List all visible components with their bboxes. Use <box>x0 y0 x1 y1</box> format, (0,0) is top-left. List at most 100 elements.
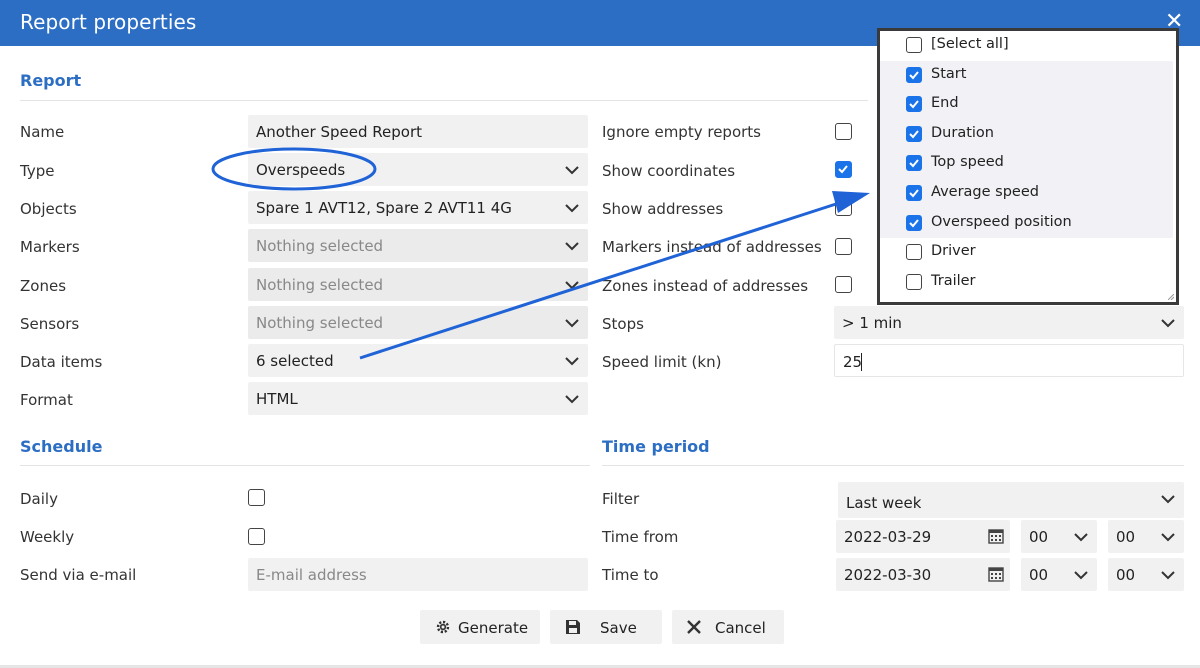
dropdown-item-label: Average speed <box>931 184 1039 200</box>
chevron-down-icon <box>1074 571 1088 580</box>
daily-checkbox[interactable] <box>248 489 265 506</box>
section-divider <box>20 465 590 466</box>
dropdown-item-duration[interactable]: Duration <box>880 119 1173 150</box>
time-to-minute-select[interactable]: 00 <box>1108 558 1184 591</box>
show-coordinates-checkbox[interactable] <box>835 161 852 178</box>
window-title: Report properties <box>20 10 197 34</box>
sensors-select-value: Nothing selected <box>256 314 384 332</box>
check-icon <box>909 70 919 80</box>
objects-select[interactable]: Spare 1 AVT12, Spare 2 AVT11 4G <box>248 191 588 224</box>
stops-select[interactable]: > 1 min <box>834 306 1184 339</box>
email-input[interactable]: E-mail address <box>248 558 588 591</box>
name-input-value: Another Speed Report <box>256 123 423 141</box>
calendar-icon[interactable] <box>988 528 1004 544</box>
filter-select[interactable]: Last week <box>838 482 1184 518</box>
save-button-label: Save <box>600 619 637 637</box>
overspeed-position-checkbox[interactable] <box>906 214 922 231</box>
speed-limit-value: 25 <box>843 353 863 371</box>
time-to-hour-value: 00 <box>1029 566 1049 584</box>
calendar-icon[interactable] <box>988 566 1004 582</box>
chevron-down-icon <box>565 166 579 175</box>
zones-instead-checkbox[interactable] <box>835 276 852 293</box>
chevron-down-icon <box>565 204 579 213</box>
time-from-date[interactable]: 2022-03-29 <box>836 520 1010 553</box>
dropdown-item-driver[interactable]: Driver <box>880 238 1173 268</box>
data-items-dropdown[interactable]: [Select all] Start End Duration Top spee… <box>877 28 1179 305</box>
markers-label: Markers <box>20 238 80 256</box>
time-from-minute-value: 00 <box>1116 528 1136 546</box>
cancel-icon <box>687 620 701 634</box>
type-select[interactable]: Overspeeds <box>248 153 588 186</box>
time-to-minute-value: 00 <box>1116 566 1136 584</box>
dropdown-item-start[interactable]: Start <box>880 60 1173 91</box>
time-to-label: Time to <box>602 566 659 584</box>
time-from-minute-select[interactable]: 00 <box>1108 520 1184 553</box>
chevron-down-icon <box>1161 571 1175 580</box>
zones-label: Zones <box>20 277 67 295</box>
email-placeholder: E-mail address <box>256 566 367 584</box>
trailer-checkbox[interactable] <box>906 273 922 290</box>
save-button[interactable]: Save <box>550 610 662 644</box>
section-title-report: Report <box>20 71 82 90</box>
sensors-select[interactable]: Nothing selected <box>248 306 588 339</box>
speed-limit-input[interactable]: 25 <box>834 344 1184 377</box>
filter-select-value: Last week <box>846 494 922 512</box>
daily-label: Daily <box>20 490 58 508</box>
format-select[interactable]: HTML <box>248 382 588 415</box>
weekly-checkbox[interactable] <box>248 528 265 545</box>
dropdown-item-average-speed[interactable]: Average speed <box>880 179 1173 209</box>
dropdown-item-label: Duration <box>931 124 994 141</box>
generate-button[interactable]: Generate <box>420 610 540 644</box>
cancel-button-label: Cancel <box>715 619 766 637</box>
dropdown-item-trailer[interactable]: Trailer <box>880 268 1173 298</box>
chevron-down-icon <box>565 395 579 404</box>
dropdown-item-label: [Select all] <box>931 36 1009 52</box>
ignore-empty-checkbox[interactable] <box>835 123 852 140</box>
end-checkbox[interactable] <box>906 96 922 113</box>
check-icon <box>909 130 919 139</box>
speed-limit-label: Speed limit (kn) <box>602 353 722 371</box>
ignore-empty-label: Ignore empty reports <box>602 123 761 141</box>
filter-label: Filter <box>602 490 640 508</box>
name-input[interactable]: Another Speed Report <box>248 115 588 148</box>
zones-select[interactable]: Nothing selected <box>248 268 588 301</box>
gear-icon <box>436 620 450 634</box>
dropdown-item-label: Top speed <box>931 154 1004 171</box>
markers-instead-checkbox[interactable] <box>835 238 852 255</box>
check-icon <box>909 159 919 168</box>
markers-instead-label: Markers instead of addresses <box>602 238 822 256</box>
time-from-hour-select[interactable]: 00 <box>1021 520 1097 553</box>
section-title-schedule: Schedule <box>20 437 103 456</box>
average-speed-checkbox[interactable] <box>906 185 922 201</box>
generate-button-label: Generate <box>458 619 529 637</box>
show-addresses-checkbox[interactable] <box>835 199 852 216</box>
cancel-button[interactable]: Cancel <box>672 610 784 644</box>
dropdown-item-top-speed[interactable]: Top speed <box>880 149 1173 179</box>
type-label: Type <box>20 162 55 180</box>
check-icon <box>909 218 919 228</box>
resize-handle-icon[interactable] <box>1168 294 1174 300</box>
markers-select-value: Nothing selected <box>256 237 384 255</box>
time-from-hour-value: 00 <box>1029 528 1049 546</box>
chevron-down-icon <box>565 242 579 251</box>
start-checkbox[interactable] <box>906 66 922 83</box>
top-speed-checkbox[interactable] <box>906 155 922 172</box>
section-title-time-period: Time period <box>602 437 710 456</box>
chevron-down-icon <box>565 357 579 366</box>
objects-select-value: Spare 1 AVT12, Spare 2 AVT11 4G <box>256 199 512 217</box>
select-all-checkbox[interactable] <box>906 37 922 53</box>
duration-checkbox[interactable] <box>906 125 922 142</box>
dropdown-item-select-all[interactable]: [Select all] <box>880 31 1173 61</box>
data-items-select[interactable]: 6 selected <box>248 344 588 377</box>
dropdown-item-overspeed-position[interactable]: Overspeed position <box>880 208 1173 239</box>
time-to-hour-select[interactable]: 00 <box>1021 558 1097 591</box>
name-label: Name <box>20 123 65 141</box>
driver-checkbox[interactable] <box>906 244 922 261</box>
format-select-value: HTML <box>256 390 298 408</box>
time-to-date[interactable]: 2022-03-30 <box>836 558 1010 591</box>
save-icon <box>566 620 580 634</box>
zones-instead-label: Zones instead of addresses <box>602 277 809 295</box>
dropdown-item-end[interactable]: End <box>880 90 1173 120</box>
markers-select[interactable]: Nothing selected <box>248 229 588 262</box>
chevron-down-icon <box>1161 533 1175 542</box>
